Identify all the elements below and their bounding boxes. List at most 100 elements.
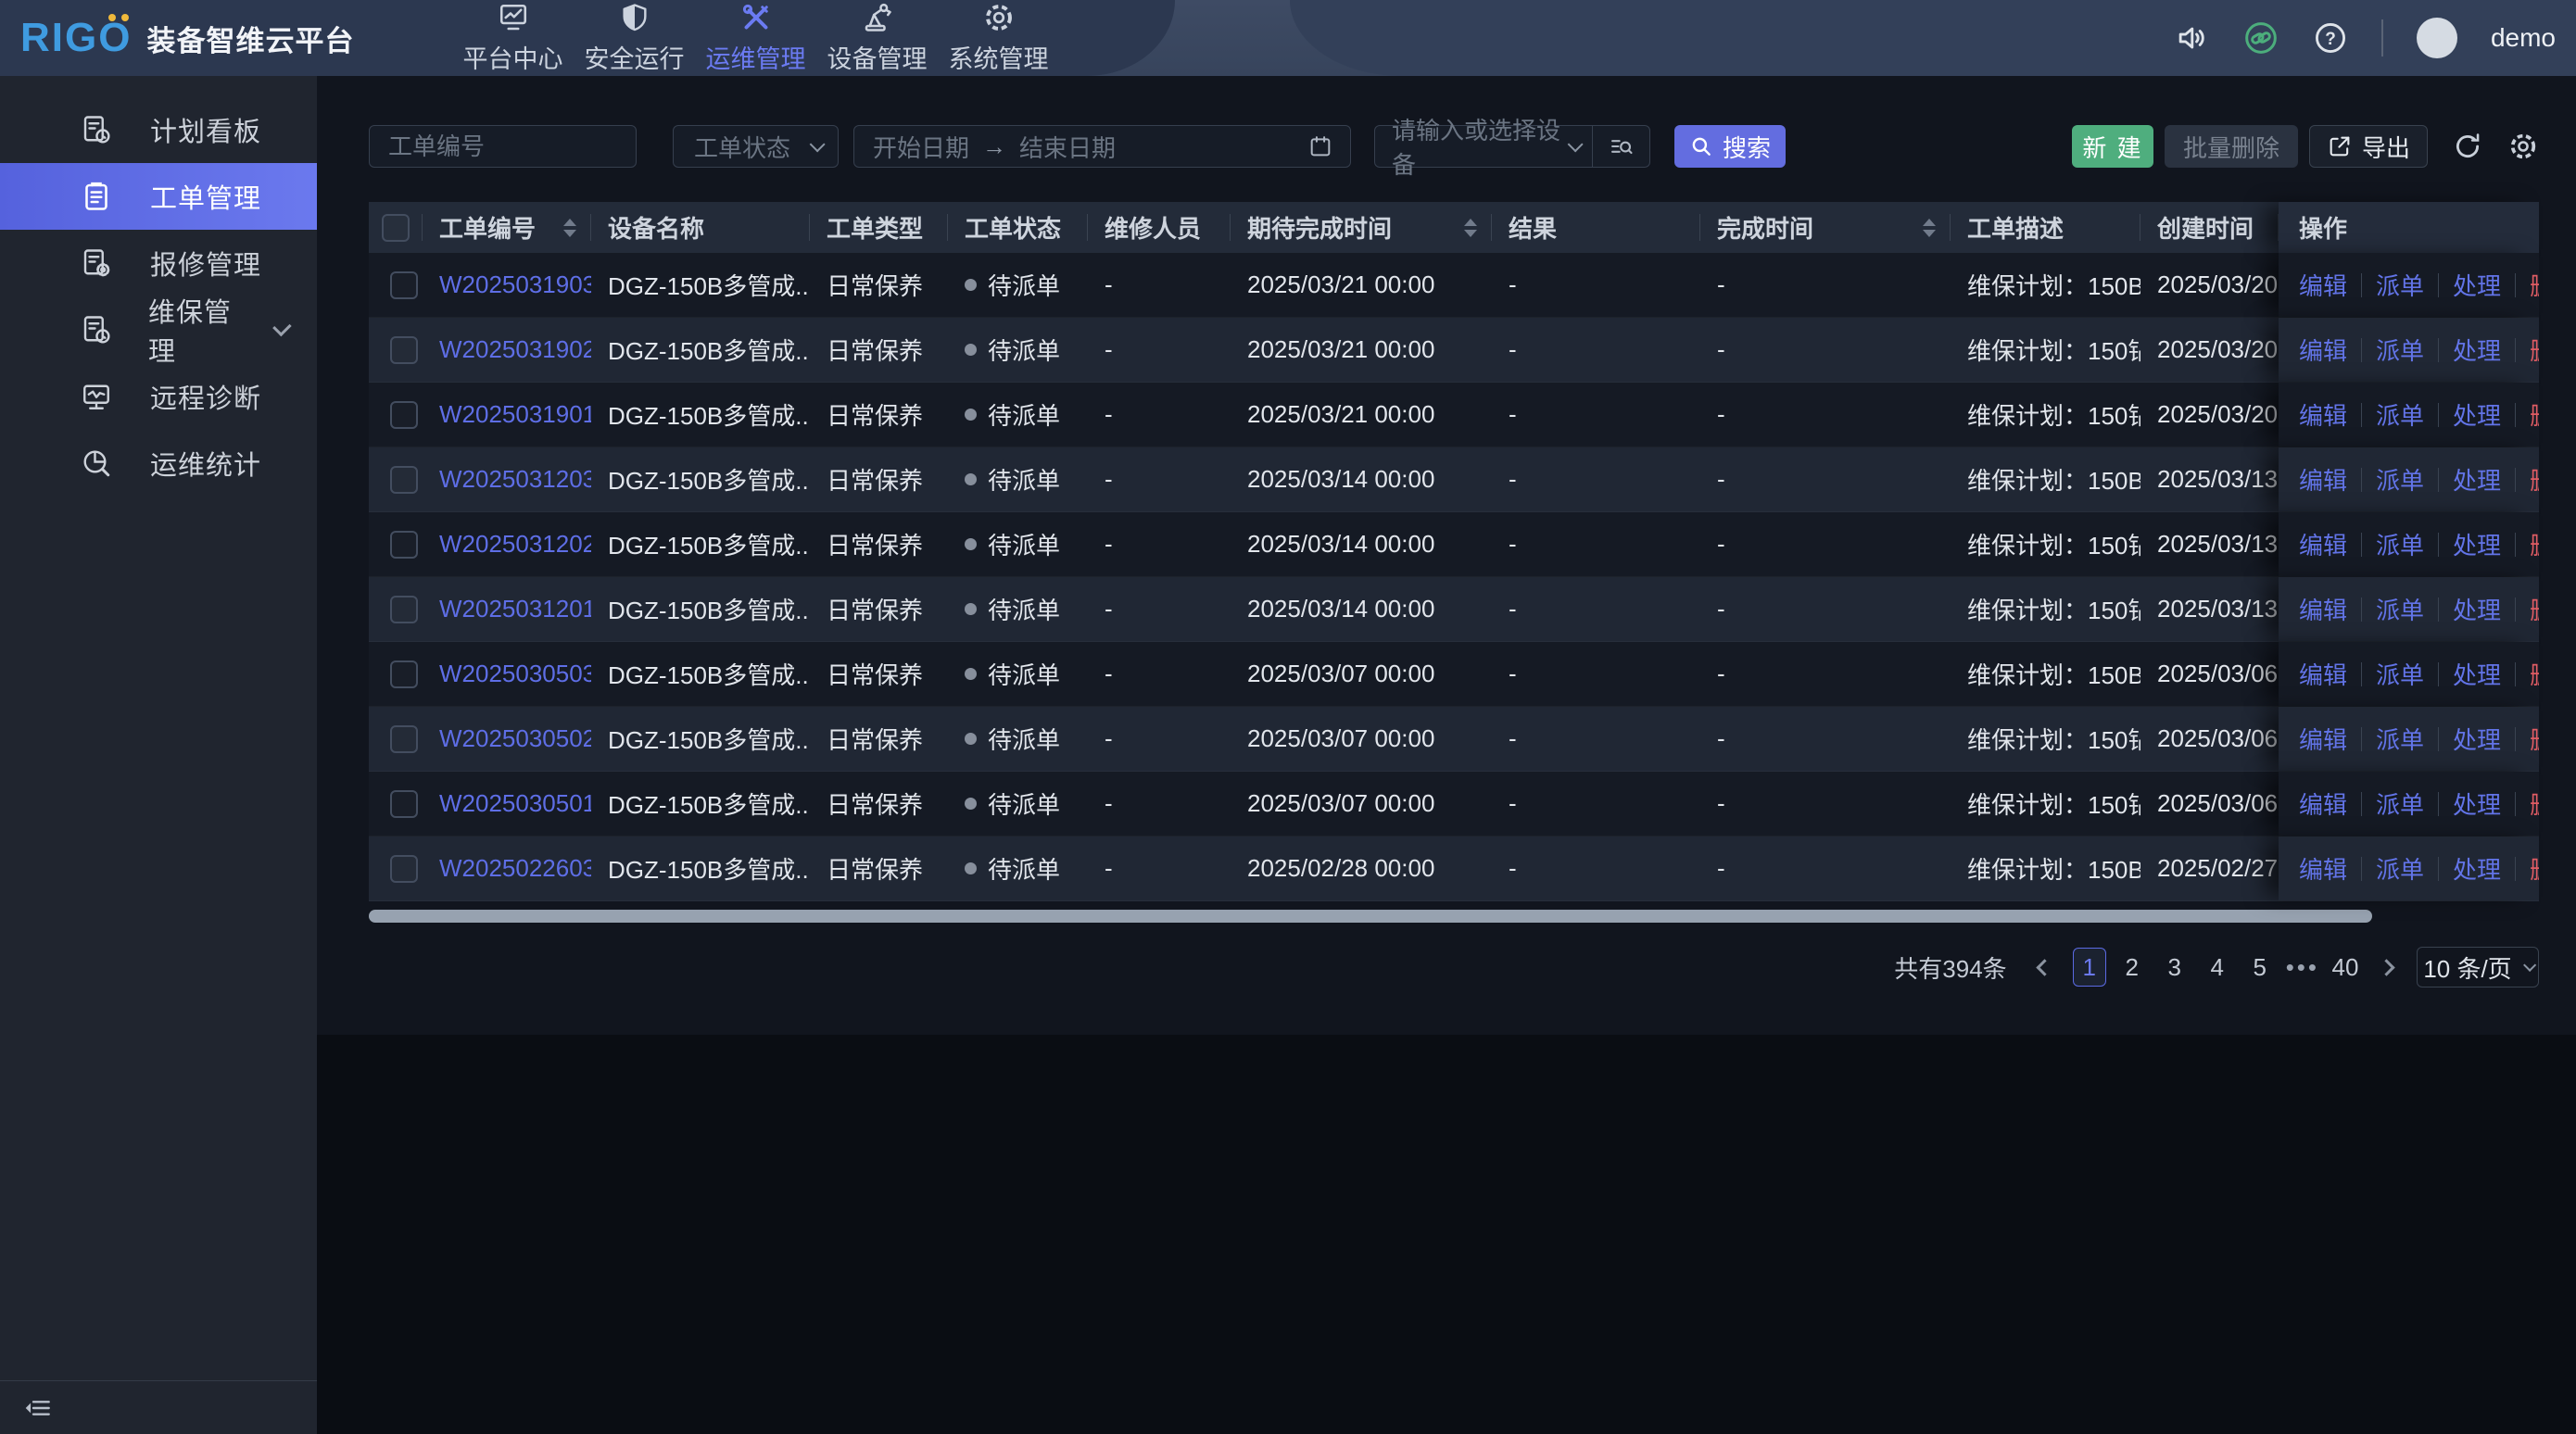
dispatch-action[interactable]: 派单 — [2376, 462, 2424, 497]
process-action[interactable]: 处理 — [2453, 786, 2501, 821]
order-number-input[interactable] — [370, 132, 636, 161]
dispatch-action[interactable]: 派单 — [2376, 527, 2424, 561]
order-id-link[interactable]: W2025022603 — [439, 854, 591, 883]
pagination-ellipsis[interactable]: ••• — [2286, 948, 2319, 987]
edit-action[interactable]: 编辑 — [2299, 786, 2347, 821]
edit-action[interactable]: 编辑 — [2299, 722, 2347, 756]
dispatch-action[interactable]: 派单 — [2376, 786, 2424, 821]
delete-action[interactable]: 删除 — [2530, 268, 2539, 302]
dispatch-action[interactable]: 派单 — [2376, 851, 2424, 886]
export-button[interactable]: 导出 — [2309, 125, 2428, 168]
delete-action[interactable]: 删除 — [2530, 786, 2539, 821]
sort-icon[interactable] — [563, 219, 576, 237]
dispatch-action[interactable]: 派单 — [2376, 268, 2424, 302]
edit-action[interactable]: 编辑 — [2299, 527, 2347, 561]
batch-delete-button[interactable]: 批量删除 — [2165, 125, 2298, 168]
row-checkbox[interactable] — [390, 531, 418, 559]
process-action[interactable]: 处理 — [2453, 592, 2501, 626]
process-action[interactable]: 处理 — [2453, 527, 2501, 561]
row-checkbox[interactable] — [390, 660, 418, 688]
sidebar-item-work-orders[interactable]: 工单管理 — [0, 163, 317, 230]
create-button[interactable]: 新 建 — [2072, 125, 2153, 168]
order-id-link[interactable]: W2025031902 — [439, 335, 591, 364]
table-settings-button[interactable] — [2507, 131, 2539, 162]
select-all-checkbox[interactable] — [382, 214, 410, 242]
pagination-page-1[interactable]: 1 — [2073, 948, 2106, 987]
sort-icon[interactable] — [1464, 219, 1477, 237]
dispatch-action[interactable]: 派单 — [2376, 397, 2424, 432]
search-button[interactable]: 搜索 — [1674, 125, 1786, 168]
process-action[interactable]: 处理 — [2453, 851, 2501, 886]
delete-action[interactable]: 删除 — [2530, 851, 2539, 886]
dispatch-action[interactable]: 派单 — [2376, 657, 2424, 691]
nav-tab-device-management[interactable]: 设备管理 — [816, 0, 938, 76]
order-id-link[interactable]: W2025031201 — [439, 595, 591, 623]
process-action[interactable]: 处理 — [2453, 722, 2501, 756]
col-header-expected-time[interactable]: 期待完成时间 — [1231, 202, 1492, 253]
delete-action[interactable]: 删除 — [2530, 462, 2539, 497]
sort-icon[interactable] — [1923, 219, 1936, 237]
edit-action[interactable]: 编辑 — [2299, 333, 2347, 367]
col-header-order-id[interactable]: 工单编号 — [423, 202, 591, 253]
edit-action[interactable]: 编辑 — [2299, 268, 2347, 302]
nav-tab-ops-management[interactable]: 运维管理 — [695, 0, 816, 76]
pagination-next-icon[interactable] — [2378, 959, 2394, 975]
delete-action[interactable]: 删除 — [2530, 657, 2539, 691]
dispatch-action[interactable]: 派单 — [2376, 722, 2424, 756]
order-id-link[interactable]: W2025031903 — [439, 270, 591, 299]
delete-action[interactable]: 删除 — [2530, 333, 2539, 367]
dispatch-action[interactable]: 派单 — [2376, 333, 2424, 367]
delete-action[interactable]: 删除 — [2530, 592, 2539, 626]
order-id-link[interactable]: W2025030503 — [439, 660, 591, 688]
sidebar-item-plan-board[interactable]: 计划看板 — [0, 96, 317, 163]
nav-tab-platform-center[interactable]: 平台中心 — [452, 0, 574, 76]
edit-action[interactable]: 编辑 — [2299, 462, 2347, 497]
delete-action[interactable]: 删除 — [2530, 397, 2539, 432]
pagination-page-4[interactable]: 4 — [2201, 948, 2234, 987]
delete-action[interactable]: 删除 — [2530, 527, 2539, 561]
pagination-prev-icon[interactable] — [2036, 959, 2052, 975]
pagination-page-40[interactable]: 40 — [2329, 948, 2362, 987]
link-status-icon[interactable] — [2242, 19, 2279, 57]
process-action[interactable]: 处理 — [2453, 333, 2501, 367]
edit-action[interactable]: 编辑 — [2299, 657, 2347, 691]
device-browse-button[interactable] — [1592, 126, 1649, 167]
sidebar-item-repair-management[interactable]: 报修管理 — [0, 230, 317, 296]
refresh-button[interactable] — [2452, 131, 2483, 162]
date-range-picker[interactable]: 开始日期 → 结束日期 — [853, 125, 1351, 168]
edit-action[interactable]: 编辑 — [2299, 592, 2347, 626]
process-action[interactable]: 处理 — [2453, 397, 2501, 432]
device-select[interactable]: 请输入或选择设备 — [1375, 126, 1592, 167]
process-action[interactable]: 处理 — [2453, 268, 2501, 302]
edit-action[interactable]: 编辑 — [2299, 851, 2347, 886]
order-id-link[interactable]: W2025030502 — [439, 724, 591, 753]
avatar[interactable] — [2417, 18, 2457, 58]
process-action[interactable]: 处理 — [2453, 462, 2501, 497]
row-checkbox[interactable] — [390, 401, 418, 429]
row-checkbox[interactable] — [390, 725, 418, 753]
col-header-finish-time[interactable]: 完成时间 — [1700, 202, 1951, 253]
order-status-select[interactable]: 工单状态 — [673, 125, 839, 168]
horizontal-scrollbar-thumb[interactable] — [369, 910, 2372, 923]
row-checkbox[interactable] — [390, 466, 418, 494]
row-checkbox[interactable] — [390, 855, 418, 883]
pagination-page-2[interactable]: 2 — [2115, 948, 2149, 987]
help-icon[interactable]: ? — [2313, 20, 2348, 56]
sidebar-item-ops-statistics[interactable]: 运维统计 — [0, 430, 317, 497]
page-size-select[interactable]: 10 条/页 — [2417, 947, 2539, 987]
nav-tab-safety[interactable]: 安全运行 — [574, 0, 695, 76]
row-checkbox[interactable] — [390, 336, 418, 364]
volume-icon[interactable] — [2174, 20, 2209, 56]
order-id-link[interactable]: W2025031203 — [439, 465, 591, 494]
nav-tab-system-management[interactable]: 系统管理 — [938, 0, 1059, 76]
pagination-page-3[interactable]: 3 — [2158, 948, 2191, 987]
row-checkbox[interactable] — [390, 790, 418, 818]
dispatch-action[interactable]: 派单 — [2376, 592, 2424, 626]
delete-action[interactable]: 删除 — [2530, 722, 2539, 756]
pagination-page-5[interactable]: 5 — [2243, 948, 2277, 987]
row-checkbox[interactable] — [390, 271, 418, 299]
sidebar-item-maintenance-management[interactable]: 维保管理 — [0, 296, 317, 363]
collapse-sidebar-icon[interactable] — [24, 1393, 54, 1423]
order-id-link[interactable]: W2025031202 — [439, 530, 591, 559]
edit-action[interactable]: 编辑 — [2299, 397, 2347, 432]
